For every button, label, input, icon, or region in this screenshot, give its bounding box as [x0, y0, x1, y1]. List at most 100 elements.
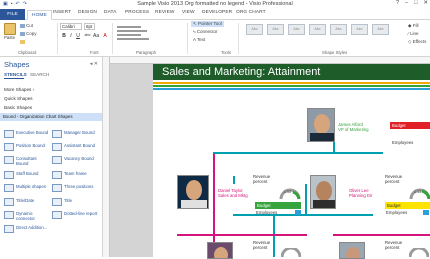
employee-photo[interactable] — [307, 108, 335, 142]
basic-shapes-item[interactable]: Basic Shapes — [4, 105, 32, 110]
shape-style-tile[interactable]: Abc — [246, 24, 263, 35]
tab-org-chart[interactable]: ORG CHART — [236, 10, 266, 20]
gauge-icon — [280, 246, 302, 258]
stencil-item-label: Consultant Bound — [16, 156, 37, 166]
stencil-item-label: Manager Bound — [64, 130, 95, 135]
tab-process[interactable]: PROCESS — [125, 10, 149, 20]
stencil-item-label: Assistant Bound — [64, 143, 96, 148]
font-family-select[interactable]: Calibri — [60, 23, 82, 30]
employee-role: Planning Dir — [349, 193, 373, 198]
stencil-item-label: Direct Addition... — [16, 225, 48, 230]
help-button[interactable]: ? — [396, 0, 399, 6]
tab-review[interactable]: REVIEW — [155, 10, 175, 20]
stencil-shape-icon — [4, 130, 14, 138]
divider — [238, 23, 239, 54]
tab-home[interactable]: HOME — [27, 10, 52, 20]
case-button[interactable]: Aa — [93, 33, 99, 39]
shape-style-tile[interactable]: Abc — [267, 24, 284, 35]
more-shapes-item[interactable]: More Shapes › — [4, 87, 34, 92]
stripe-green — [153, 85, 430, 87]
employees-label: Employees — [256, 210, 278, 215]
employee-role: VP of Marketing — [338, 127, 369, 132]
italic-button[interactable]: I — [68, 33, 74, 39]
gauge-icon — [279, 188, 301, 200]
shape-style-tile[interactable]: Abc — [372, 24, 389, 35]
panel-controls[interactable]: ◂ ✕ — [90, 61, 98, 67]
tab-stencils[interactable]: STENCILS — [4, 72, 27, 77]
brush-icon — [20, 39, 25, 44]
employee-photo[interactable] — [177, 175, 209, 209]
paste-button[interactable]: Paste — [4, 23, 18, 41]
divider — [187, 23, 188, 54]
page-header: Sales and Marketing: Attainment — [153, 64, 430, 80]
gauge-icon — [409, 188, 430, 200]
tab-design[interactable]: DESIGN — [78, 10, 97, 20]
tab-view[interactable]: VIEW — [182, 10, 195, 20]
shape-styles-group-label: Shape Styles — [322, 50, 348, 55]
stencil-item-label: Vacancy Bound — [64, 156, 94, 161]
budget-badge: Budget — [385, 202, 430, 209]
stencil-item-label: Three positions — [64, 184, 94, 189]
shapes-panel: Shapes ◂ ✕ STENCILS SEARCH More Shapes ›… — [0, 57, 103, 257]
clipboard-group-label: Clipboard — [18, 50, 37, 55]
tab-insert[interactable]: INSERT — [53, 10, 71, 20]
stencil-shape-icon — [4, 143, 14, 151]
stencil-item-label: Title — [64, 198, 72, 203]
shape-style-tile[interactable]: Abc — [288, 24, 305, 35]
underline-button[interactable]: U — [75, 33, 81, 39]
drawing-page[interactable]: Sales and Marketing: Attainment James Al… — [153, 64, 430, 259]
font-color-button[interactable]: A — [102, 33, 108, 39]
horizontal-ruler — [110, 57, 430, 64]
fill-icon: ◆ — [408, 23, 412, 28]
line-button[interactable]: ⁄ Line — [408, 31, 419, 36]
tab-data[interactable]: DATA — [104, 10, 116, 20]
format-painter-button[interactable] — [20, 39, 26, 44]
revenue-gauge — [280, 246, 302, 258]
budget-badge: Budget — [255, 202, 301, 209]
employee-photo[interactable] — [207, 242, 233, 259]
minimize-button[interactable]: – — [405, 0, 408, 6]
effects-button[interactable]: ◇ Effects — [408, 39, 426, 45]
revenue-gauge — [408, 246, 430, 258]
copy-icon — [20, 31, 25, 36]
metric-label: Revenue percent — [253, 240, 271, 250]
revenue-gauge — [255, 188, 301, 200]
font-size-select[interactable]: 8pt — [84, 23, 95, 30]
tab-developer[interactable]: DEVELOPER — [202, 10, 232, 20]
employee-photo[interactable] — [310, 175, 336, 209]
copy-button[interactable]: Copy — [20, 31, 37, 36]
employees-label: Employees — [386, 210, 408, 215]
shape-style-tile[interactable]: Abc — [330, 24, 347, 35]
title-bar: ▣ ▪ ↶ ↷ Sample Visio 2013 Org formatted … — [0, 0, 430, 9]
stencil-item-label: Multiple shapes — [16, 184, 46, 189]
stencil-shape-icon — [52, 130, 62, 138]
cut-button[interactable]: Cut — [20, 23, 33, 28]
shape-style-tile[interactable]: Abc — [351, 24, 368, 35]
gauge-icon — [408, 246, 430, 258]
shape-style-tile[interactable]: Abc — [309, 24, 326, 35]
stencil-shape-icon — [4, 184, 14, 192]
window-controls: ? – □ ✕ — [396, 0, 428, 6]
employee-photo[interactable] — [339, 242, 365, 259]
divider — [112, 23, 113, 54]
bold-button[interactable]: B — [61, 33, 67, 39]
gauge-value: 1.53 — [284, 190, 291, 194]
stencil-shape-icon — [52, 143, 62, 151]
stencil-item-label: Staff Bound — [16, 171, 39, 176]
connector-button[interactable]: ⤷ Connector — [193, 29, 218, 34]
revenue-gauge — [385, 188, 430, 200]
close-button[interactable]: ✕ — [423, 0, 428, 6]
quick-shapes-item[interactable]: Quick Shapes — [4, 96, 33, 101]
stencil-shape-icon — [52, 156, 62, 164]
maximize-button[interactable]: □ — [414, 0, 417, 6]
strikethrough-button[interactable]: abc — [83, 33, 92, 37]
fill-button[interactable]: ◆ Fill — [408, 23, 418, 29]
pointer-tool-button[interactable]: ↖ Pointer Tool — [191, 21, 224, 27]
stencil-item-label: Team frame — [64, 171, 87, 176]
text-tool-button[interactable]: A Text — [193, 37, 205, 42]
active-stencil[interactable]: Bound - Organization Chart Shapes — [0, 113, 102, 121]
tab-search[interactable]: SEARCH — [30, 72, 49, 77]
metric-label: Revenue percent — [253, 174, 271, 184]
tab-file[interactable]: FILE — [0, 9, 25, 20]
stencil-item-label: Executive Bound — [16, 130, 49, 135]
